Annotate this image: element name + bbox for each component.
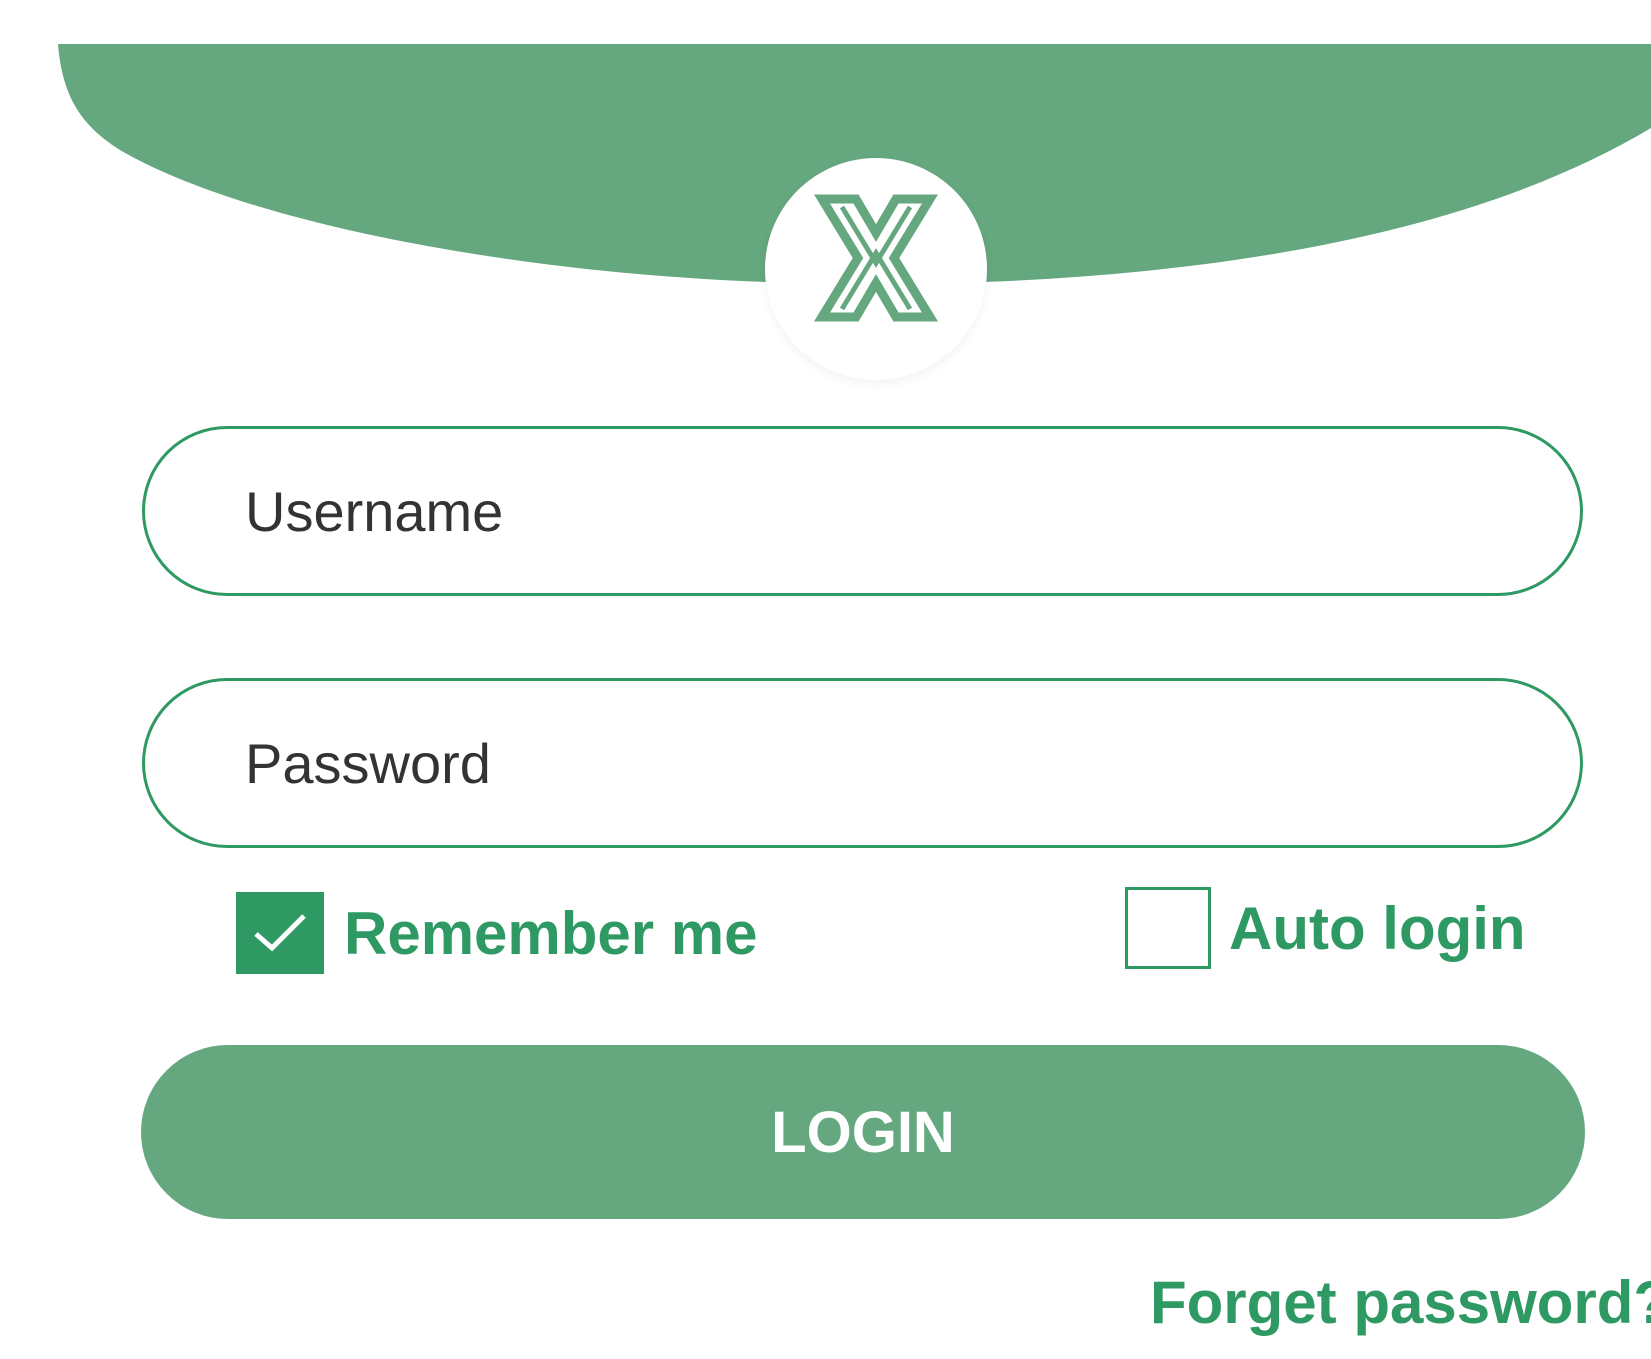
auto-login-label: Auto login	[1229, 894, 1526, 962]
password-field[interactable]	[142, 678, 1583, 848]
remember-me-option[interactable]: Remember me	[236, 892, 758, 974]
x-logo-icon	[814, 194, 938, 322]
username-input[interactable]	[245, 429, 1485, 593]
forget-password-link[interactable]: Forget password?	[1150, 1268, 1651, 1337]
login-button-label: LOGIN	[771, 1099, 955, 1165]
password-input[interactable]	[245, 681, 1485, 845]
auto-login-option[interactable]: Auto login	[1125, 887, 1526, 969]
auto-login-checkbox[interactable]	[1125, 887, 1211, 969]
checkmark-icon	[254, 914, 306, 952]
remember-me-label: Remember me	[344, 899, 758, 967]
logo-badge	[765, 158, 987, 380]
username-field[interactable]	[142, 426, 1583, 596]
login-button[interactable]: LOGIN	[141, 1045, 1585, 1219]
remember-me-checkbox[interactable]	[236, 892, 324, 974]
